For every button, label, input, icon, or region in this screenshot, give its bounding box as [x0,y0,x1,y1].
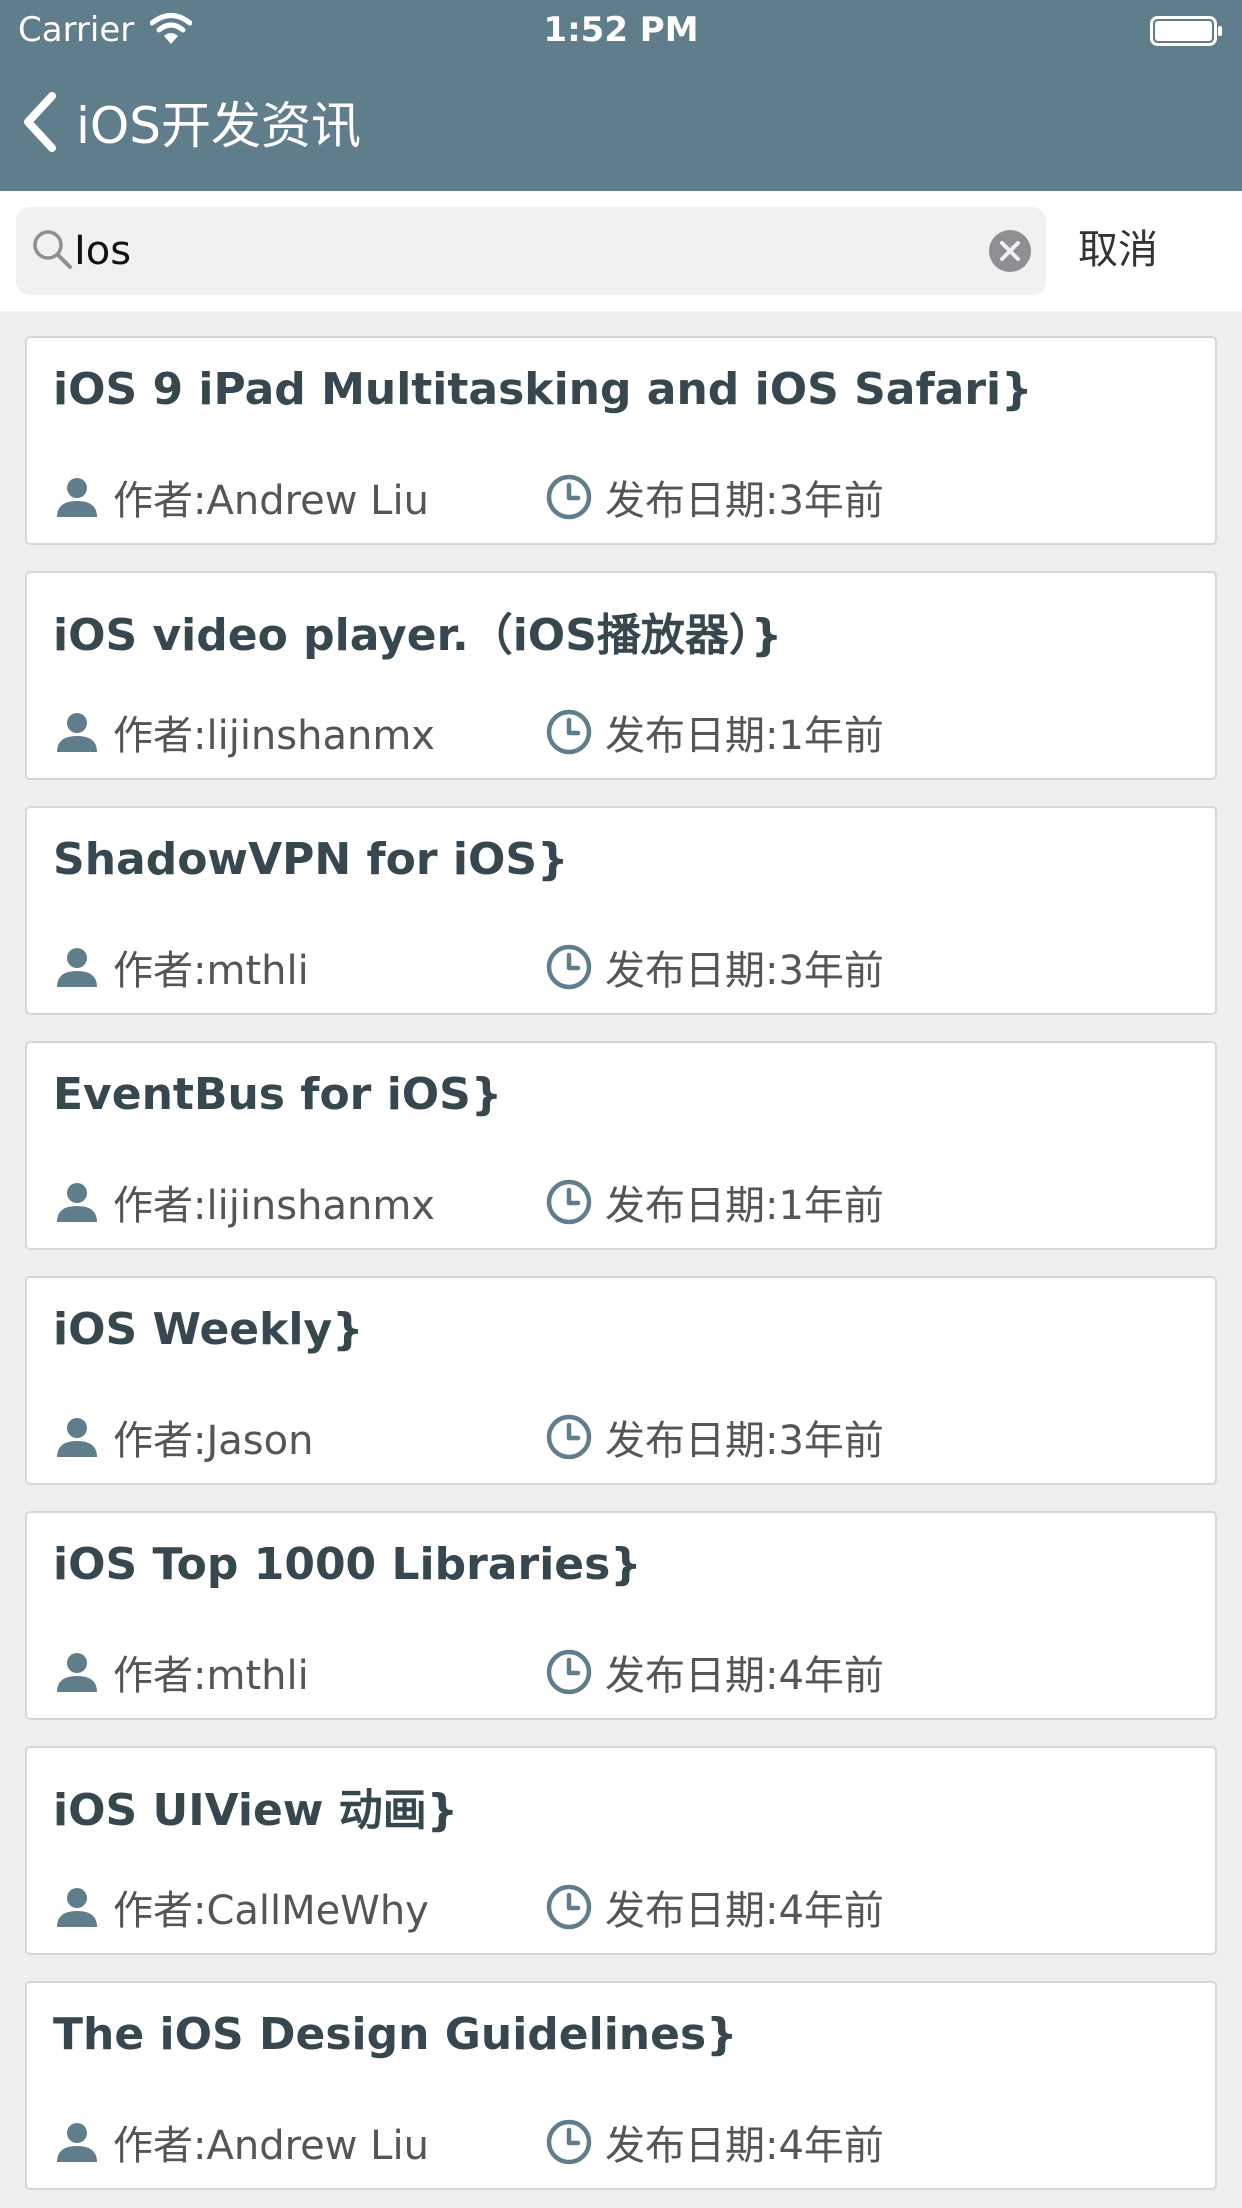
item-author-text: 作者:Andrew Liu [113,2123,429,2169]
list-item[interactable]: ShadowVPN for iOS} 作者:mthli 发布日期:3年前 [25,806,1217,1015]
status-time: 1:52 PM [543,10,699,50]
item-title: iOS Top 1000 Libraries} [53,1539,642,1590]
clear-icon[interactable] [988,229,1032,273]
item-date: 发布日期:1年前 [545,703,884,761]
item-author: 作者:Andrew Liu [53,468,429,526]
search-bar: 取消 [0,191,1242,311]
item-author: 作者:lijinshanmx [53,1173,435,1231]
item-date-text: 发布日期:4年前 [605,1653,884,1699]
page-title: iOS开发资讯 [76,97,361,155]
item-title: EventBus for iOS} [53,1069,503,1120]
item-date: 发布日期:3年前 [545,468,884,526]
item-date: 发布日期:3年前 [545,938,884,996]
item-title: iOS video player.（iOS播放器）} [53,610,783,661]
list-item[interactable]: iOS Top 1000 Libraries} 作者:mthli 发布日期:4年… [25,1511,1217,1720]
item-author-text: 作者:Andrew Liu [113,478,429,524]
item-author-text: 作者:mthli [113,1653,309,1699]
item-author-text: 作者:lijinshanmx [113,1183,435,1229]
item-title: The iOS Design Guidelines} [53,2009,738,2060]
item-title: iOS Weekly} [53,1304,364,1355]
list-item[interactable]: iOS video player.（iOS播放器）} 作者:lijinshanm… [25,571,1217,780]
list-item[interactable]: iOS Weekly} 作者:Jason 发布日期:3年前 [25,1276,1217,1485]
navigation-bar: iOS开发资讯 [0,60,1242,191]
item-date-text: 发布日期:1年前 [605,1183,884,1229]
clock-icon [546,2119,592,2165]
clock-icon [546,1884,592,1930]
item-author: 作者:Andrew Liu [53,2113,429,2171]
item-author-text: 作者:Jason [113,1418,314,1464]
item-date-text: 发布日期:4年前 [605,1888,884,1934]
item-date-text: 发布日期:1年前 [605,713,884,759]
item-title: iOS UIView 动画} [53,1785,459,1836]
person-icon [57,2123,97,2162]
app-header: Carrier 1:52 PM iOS开发资讯 [0,0,1242,191]
item-title: ShadowVPN for iOS} [53,834,569,885]
item-date: 发布日期:4年前 [545,1878,884,1936]
person-icon [57,1888,97,1927]
chevron-left-icon [24,92,56,152]
status-bar: Carrier 1:52 PM [0,0,1242,60]
person-icon [57,1183,97,1222]
item-author-text: 作者:lijinshanmx [113,713,435,759]
cancel-button[interactable]: 取消 [1078,217,1158,275]
item-title: iOS 9 iPad Multitasking and iOS Safari} [53,364,1033,415]
item-author-text: 作者:mthli [113,948,309,994]
item-date: 发布日期:4年前 [545,1643,884,1701]
list-item[interactable]: iOS UIView 动画} 作者:CallMeWhy 发布日期:4年前 [25,1746,1217,1955]
list-item[interactable]: EventBus for iOS} 作者:lijinshanmx 发布日期:1年… [25,1041,1217,1250]
search-input[interactable] [74,219,974,283]
item-date-text: 发布日期:3年前 [605,948,884,994]
clock-icon [546,1414,592,1460]
person-icon [57,1653,97,1692]
back-button[interactable]: iOS开发资讯 [20,82,361,162]
list-item[interactable]: iOS 9 iPad Multitasking and iOS Safari} … [25,336,1217,545]
clock-icon [546,474,592,520]
item-date: 发布日期:3年前 [545,1408,884,1466]
item-author: 作者:mthli [53,938,309,996]
search-box [16,207,1046,295]
person-icon [57,713,97,752]
search-icon [33,230,72,269]
item-author-text: 作者:CallMeWhy [113,1888,429,1934]
battery-icon [1150,16,1222,46]
list-item[interactable]: The iOS Design Guidelines} 作者:Andrew Liu… [25,1981,1217,2190]
item-date: 发布日期:1年前 [545,1173,884,1231]
person-icon [57,478,97,517]
person-icon [57,1418,97,1457]
item-author: 作者:lijinshanmx [53,703,435,761]
item-author: 作者:mthli [53,1643,309,1701]
clock-icon [546,709,592,755]
item-author: 作者:Jason [53,1408,313,1466]
item-author: 作者:CallMeWhy [53,1878,429,1936]
person-icon [57,948,97,987]
clock-icon [546,1649,592,1695]
item-date-text: 发布日期:3年前 [605,1418,884,1464]
item-date: 发布日期:4年前 [545,2113,884,2171]
item-date-text: 发布日期:3年前 [605,478,884,524]
clock-icon [546,944,592,990]
item-date-text: 发布日期:4年前 [605,2123,884,2169]
clock-icon [546,1179,592,1225]
